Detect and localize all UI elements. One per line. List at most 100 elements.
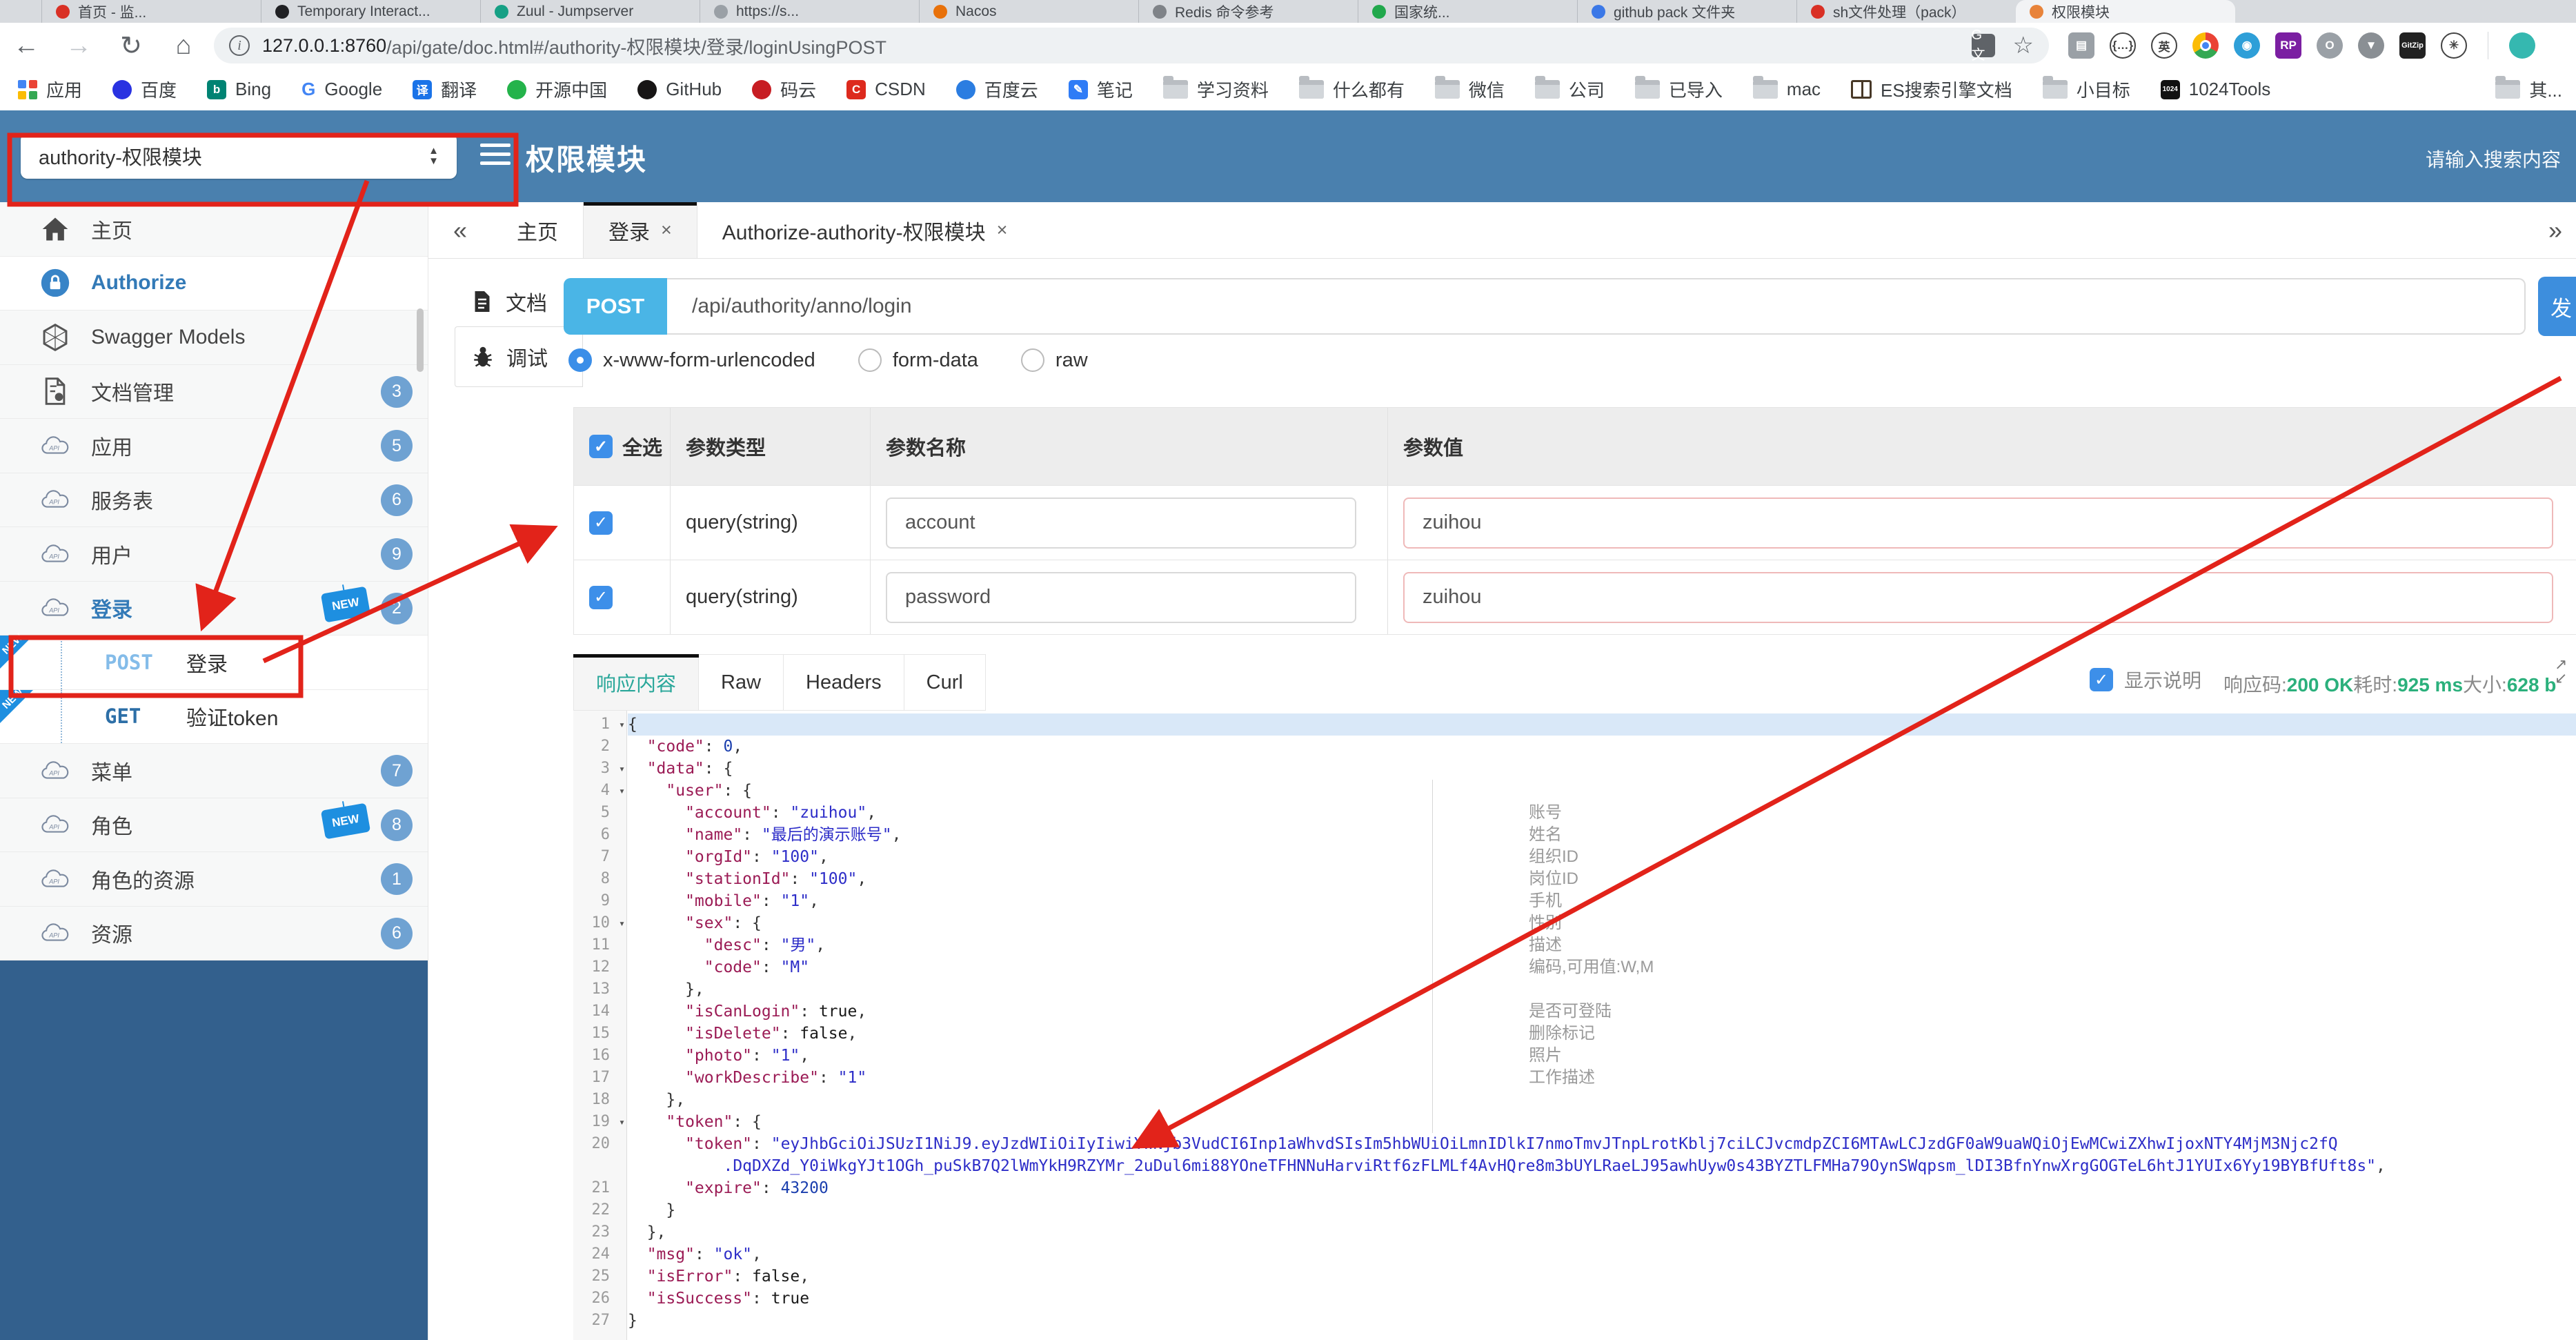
forward-icon[interactable]: → xyxy=(52,31,105,61)
bookmark-item[interactable]: 译翻译 xyxy=(413,77,477,102)
browser-tab[interactable]: 首页 - 监... xyxy=(41,0,261,23)
bookmark-item[interactable]: 什么都有 xyxy=(1298,76,1405,102)
param-value-input[interactable]: zuihou xyxy=(1403,571,2553,623)
sidebar-item-用户[interactable]: API 用户 9 xyxy=(0,527,428,582)
json-viewer-extension-icon[interactable]: {…} xyxy=(2110,32,2136,59)
browser-tab[interactable]: Redis 命令参考 xyxy=(1138,0,1358,23)
fold-arrow-icon[interactable]: ▾ xyxy=(619,780,625,802)
radio-form-data[interactable] xyxy=(858,348,882,372)
bookmark-item[interactable]: C CSDN xyxy=(846,79,926,100)
bookmark-item[interactable]: 已导入 xyxy=(1634,76,1723,102)
bookmark-item[interactable]: 码云 xyxy=(752,77,816,102)
param-name-input[interactable]: password xyxy=(886,571,1356,623)
bookmark-item[interactable]: 微信 xyxy=(1434,76,1505,102)
back-icon[interactable]: ← xyxy=(0,31,52,61)
bookmark-item[interactable]: ES搜索引擎文档 xyxy=(1851,77,2012,102)
sidebar-endpoint-post[interactable]: NEW POST 登录 xyxy=(0,631,428,690)
select-all-checkbox[interactable]: ✓ xyxy=(589,435,613,458)
header-search-input[interactable]: 请输入搜索内容 xyxy=(2426,145,2561,173)
request-url-field[interactable]: /api/authority/anno/login xyxy=(667,278,2526,335)
asterisk-extension-icon[interactable]: ✳ xyxy=(2441,32,2467,59)
sidebar-item-应用[interactable]: API 应用 5 xyxy=(0,419,428,473)
sidebar-scrollbar[interactable] xyxy=(417,308,424,372)
sidebar-item-登录[interactable]: API 登录 NEW 2 xyxy=(0,581,428,635)
browser-tab[interactable]: https://s... xyxy=(700,0,919,23)
bookmark-item[interactable]: 开源中国 xyxy=(507,77,607,102)
response-tab-Headers[interactable]: Headers xyxy=(784,654,904,711)
expand-icon[interactable]: ↗ ↙ xyxy=(2555,657,2567,686)
browser-tab[interactable]: 国家统... xyxy=(1358,0,1577,23)
content-tab-登录[interactable]: 登录 × xyxy=(583,202,697,258)
bookmark-item[interactable]: G Google xyxy=(301,79,382,100)
sidebar-item-Authorize[interactable]: Authorize xyxy=(0,256,428,311)
translate-page-icon[interactable]: G文 xyxy=(1971,28,1995,63)
sidebar-item-资源[interactable]: API 资源 6 xyxy=(0,906,428,960)
show-description-checkbox[interactable]: ✓ xyxy=(2090,668,2113,691)
menu-hamburger-icon[interactable] xyxy=(480,144,511,170)
bookmark-item[interactable]: 公司 xyxy=(1534,76,1605,102)
content-tab-Authorize-authority-权限模块[interactable]: Authorize-authority-权限模块 × xyxy=(697,202,1033,258)
tab-scroll-right-icon[interactable]: » xyxy=(2535,202,2576,259)
doc-tab-调试[interactable]: 调试 xyxy=(455,326,583,387)
fold-arrow-icon[interactable]: ▾ xyxy=(619,912,625,934)
bookmark-item[interactable]: GitHub xyxy=(637,79,722,100)
close-icon[interactable]: × xyxy=(661,219,672,241)
browser-tab[interactable]: github pack 文件夹 xyxy=(1577,0,1796,23)
tab-scroll-left-icon[interactable]: « xyxy=(428,202,492,258)
chrome-extension-icon[interactable] xyxy=(2192,32,2219,59)
translate-en-extension-icon[interactable]: 英 xyxy=(2151,32,2177,59)
bookmark-item[interactable]: 1024 1024Tools xyxy=(2160,79,2270,100)
bookmark-item[interactable]: mac xyxy=(1752,76,1821,100)
sidebar-endpoint-get[interactable]: NEW GET 验证token xyxy=(0,686,428,744)
sidebar-item-角色的资源[interactable]: API 角色的资源 1 xyxy=(0,852,428,907)
fold-arrow-icon[interactable]: ▾ xyxy=(619,1111,625,1133)
sidebar-item-Swagger Models[interactable]: Swagger Models xyxy=(0,311,428,365)
bookmark-item[interactable]: ✎ 笔记 xyxy=(1068,77,1133,102)
param-checkbox[interactable]: ✓ xyxy=(589,585,613,609)
response-tab-Curl[interactable]: Curl xyxy=(904,654,986,711)
radio-raw[interactable] xyxy=(1020,348,1044,372)
web-globe-extension-icon[interactable]: ◉ xyxy=(2234,32,2260,59)
bookmark-item[interactable]: 小目标 xyxy=(2042,76,2130,102)
sidebar-item-服务表[interactable]: API 服务表 6 xyxy=(0,473,428,527)
show-description-toggle[interactable]: ✓ 显示说明 xyxy=(2090,666,2201,693)
radio-x-www-form-urlencoded[interactable] xyxy=(568,348,592,372)
rp-extension-icon[interactable]: RP xyxy=(2275,32,2301,59)
content-tab-主页[interactable]: 主页 xyxy=(492,202,583,258)
bookmark-item[interactable]: 百度 xyxy=(112,77,177,102)
fold-arrow-icon[interactable]: ▾ xyxy=(619,758,625,780)
bookmark-item[interactable]: 百度云 xyxy=(955,77,1038,102)
response-tab-响应内容[interactable]: 响应内容 xyxy=(573,654,700,711)
gitzip-extension-icon[interactable]: GitZip xyxy=(2399,32,2426,59)
sidebar-item-主页[interactable]: 主页 xyxy=(0,202,428,257)
sidebar-item-文档管理[interactable]: 文档管理 3 xyxy=(0,364,428,419)
param-value-input[interactable]: zuihou xyxy=(1403,497,2553,549)
bookmark-item[interactable]: 学习资料 xyxy=(1162,76,1269,102)
bookmark-item[interactable]: b Bing xyxy=(207,79,271,100)
response-tab-Raw[interactable]: Raw xyxy=(699,654,784,711)
browser-tab[interactable]: sh文件处理（pack） xyxy=(1796,0,2016,23)
close-icon[interactable]: × xyxy=(997,219,1008,241)
bookmark-item[interactable]: 应用 xyxy=(18,77,82,102)
address-bar[interactable]: i 127.0.0.1:8760 /api/gate/doc.html#/aut… xyxy=(214,28,2049,63)
circle-o-extension-icon[interactable]: O xyxy=(2317,32,2343,59)
other-bookmarks[interactable]: 其... xyxy=(2495,76,2562,102)
page-info-icon[interactable]: i xyxy=(229,35,250,56)
browser-tab[interactable]: Zuul - Jumpserver xyxy=(480,0,700,23)
browser-tab[interactable]: Nacos xyxy=(919,0,1138,23)
module-select[interactable]: authority-权限模块 ▲ ▼ xyxy=(21,133,457,179)
param-checkbox[interactable]: ✓ xyxy=(589,511,613,535)
browser-tab[interactable]: Temporary Interact... xyxy=(261,0,480,23)
sidebar-item-角色[interactable]: API 角色 NEW 8 xyxy=(0,798,428,852)
sidebar-item-菜单[interactable]: API 菜单 7 xyxy=(0,744,428,798)
reader-extension-icon[interactable]: ▤ xyxy=(2068,32,2094,59)
fold-arrow-icon[interactable]: ▾ xyxy=(619,713,625,736)
profile-avatar-icon[interactable] xyxy=(2509,32,2535,59)
home-icon[interactable]: ⌂ xyxy=(157,31,210,61)
param-name-input[interactable]: account xyxy=(886,497,1356,549)
send-button[interactable]: 发 xyxy=(2538,277,2576,336)
bookmark-star-icon[interactable]: ☆ xyxy=(2013,32,2034,59)
browser-tab[interactable]: 权限模块 xyxy=(2016,0,2235,23)
reload-icon[interactable]: ↻ xyxy=(105,30,157,61)
chevron-m-extension-icon[interactable]: ▼ xyxy=(2358,32,2384,59)
